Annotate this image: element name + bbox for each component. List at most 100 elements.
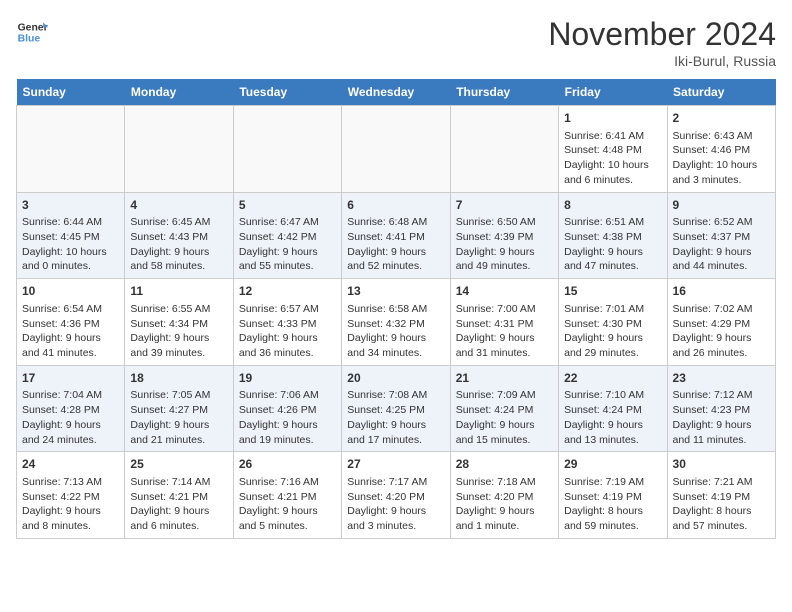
day-content-line: Daylight: 9 hours bbox=[239, 418, 336, 433]
day-content-line: Sunrise: 7:19 AM bbox=[564, 475, 661, 490]
day-content-line: Sunset: 4:39 PM bbox=[456, 230, 553, 245]
header-monday: Monday bbox=[125, 79, 233, 106]
day-content-line: Sunset: 4:30 PM bbox=[564, 317, 661, 332]
calendar-cell: 11Sunrise: 6:55 AMSunset: 4:34 PMDayligh… bbox=[125, 279, 233, 366]
day-number: 28 bbox=[456, 456, 553, 473]
calendar-cell: 26Sunrise: 7:16 AMSunset: 4:21 PMDayligh… bbox=[233, 452, 341, 539]
day-content-line: Daylight: 9 hours bbox=[130, 245, 227, 260]
day-content-line: Sunset: 4:33 PM bbox=[239, 317, 336, 332]
day-content-line: Daylight: 9 hours bbox=[564, 418, 661, 433]
day-content-line: and 44 minutes. bbox=[673, 259, 770, 274]
week-row-3: 10 Sunrise: 6:54 AMSunset: 4:36 PMDayligh… bbox=[17, 279, 776, 366]
day-content-line: Sunset: 4:46 PM bbox=[673, 143, 770, 158]
day-content-line: Sunrise: 7:13 AM bbox=[22, 475, 119, 490]
day-number: 3 bbox=[22, 197, 119, 214]
week-row-2: 3Sunrise: 6:44 AMSunset: 4:45 PMDaylight… bbox=[17, 192, 776, 279]
header-wednesday: Wednesday bbox=[342, 79, 450, 106]
day-number: 13 bbox=[347, 283, 444, 300]
day-content-line: and 36 minutes. bbox=[239, 346, 336, 361]
day-content-line: Sunset: 4:42 PM bbox=[239, 230, 336, 245]
svg-text:Blue: Blue bbox=[18, 34, 41, 45]
day-content-line: Daylight: 9 hours bbox=[22, 331, 119, 346]
day-content-line: and 57 minutes. bbox=[673, 519, 770, 534]
day-number: 10 bbox=[22, 283, 119, 300]
week-row-4: 17Sunrise: 7:04 AMSunset: 4:28 PMDayligh… bbox=[17, 365, 776, 452]
day-number: 21 bbox=[456, 370, 553, 387]
location: Iki-Burul, Russia bbox=[548, 53, 776, 69]
day-content-line: Sunset: 4:31 PM bbox=[456, 317, 553, 332]
calendar-cell: 10 Sunrise: 6:54 AMSunset: 4:36 PMDayligh… bbox=[17, 279, 125, 366]
day-content-line: Daylight: 9 hours bbox=[22, 418, 119, 433]
day-number: 9 bbox=[673, 197, 770, 214]
day-number: 2 bbox=[673, 110, 770, 127]
calendar-cell: 18Sunrise: 7:05 AMSunset: 4:27 PMDayligh… bbox=[125, 365, 233, 452]
day-number: 27 bbox=[347, 456, 444, 473]
day-content-line: Daylight: 9 hours bbox=[130, 504, 227, 519]
calendar-cell: 22Sunrise: 7:10 AMSunset: 4:24 PMDayligh… bbox=[559, 365, 667, 452]
day-number: 18 bbox=[130, 370, 227, 387]
day-content-line: Sunrise: 6:54 AM bbox=[22, 302, 119, 317]
day-content-line: Sunset: 4:29 PM bbox=[673, 317, 770, 332]
title-block: November 2024 Iki-Burul, Russia bbox=[548, 16, 776, 69]
day-number: 16 bbox=[673, 283, 770, 300]
day-content-line: and 34 minutes. bbox=[347, 346, 444, 361]
header-tuesday: Tuesday bbox=[233, 79, 341, 106]
day-content-line: and 59 minutes. bbox=[564, 519, 661, 534]
day-number: 26 bbox=[239, 456, 336, 473]
day-number: 25 bbox=[130, 456, 227, 473]
day-content-line: Daylight: 9 hours bbox=[130, 418, 227, 433]
header-friday: Friday bbox=[559, 79, 667, 106]
day-content-line: and 31 minutes. bbox=[456, 346, 553, 361]
day-content-line: Daylight: 9 hours bbox=[347, 504, 444, 519]
calendar-table: SundayMondayTuesdayWednesdayThursdayFrid… bbox=[16, 79, 776, 539]
day-content-line: Sunset: 4:45 PM bbox=[22, 230, 119, 245]
day-content-line: Sunrise: 7:08 AM bbox=[347, 388, 444, 403]
day-number: 5 bbox=[239, 197, 336, 214]
day-content-line: Sunrise: 6:57 AM bbox=[239, 302, 336, 317]
day-content-line: Daylight: 9 hours bbox=[239, 504, 336, 519]
calendar-cell bbox=[233, 106, 341, 193]
day-content-line: Sunrise: 7:01 AM bbox=[564, 302, 661, 317]
day-content-line: Sunrise: 7:16 AM bbox=[239, 475, 336, 490]
day-content-line: Daylight: 10 hours bbox=[22, 245, 119, 260]
day-content-line: Sunrise: 6:41 AM bbox=[564, 129, 661, 144]
day-content-line: Sunset: 4:26 PM bbox=[239, 403, 336, 418]
day-content-line: Sunrise: 7:04 AM bbox=[22, 388, 119, 403]
calendar-cell: 2Sunrise: 6:43 AMSunset: 4:46 PMDaylight… bbox=[667, 106, 775, 193]
day-content-line: Sunset: 4:48 PM bbox=[564, 143, 661, 158]
calendar-cell: 30Sunrise: 7:21 AMSunset: 4:19 PMDayligh… bbox=[667, 452, 775, 539]
day-content-line: Sunset: 4:24 PM bbox=[564, 403, 661, 418]
day-content-line: Sunset: 4:36 PM bbox=[22, 317, 119, 332]
calendar-cell: 19Sunrise: 7:06 AMSunset: 4:26 PMDayligh… bbox=[233, 365, 341, 452]
day-content-line: Sunset: 4:21 PM bbox=[130, 490, 227, 505]
day-content-line: Sunset: 4:23 PM bbox=[673, 403, 770, 418]
day-content-line: Sunset: 4:24 PM bbox=[456, 403, 553, 418]
calendar-cell: 16Sunrise: 7:02 AMSunset: 4:29 PMDayligh… bbox=[667, 279, 775, 366]
calendar-cell: 7Sunrise: 6:50 AMSunset: 4:39 PMDaylight… bbox=[450, 192, 558, 279]
day-content-line: Sunset: 4:20 PM bbox=[456, 490, 553, 505]
day-content-line: Sunrise: 6:45 AM bbox=[130, 215, 227, 230]
day-content-line: and 24 minutes. bbox=[22, 433, 119, 448]
day-content-line: Sunset: 4:27 PM bbox=[130, 403, 227, 418]
day-content-line: Sunrise: 6:51 AM bbox=[564, 215, 661, 230]
day-content-line: and 47 minutes. bbox=[564, 259, 661, 274]
calendar-cell bbox=[450, 106, 558, 193]
day-content-line: and 6 minutes. bbox=[564, 173, 661, 188]
day-content-line: Daylight: 9 hours bbox=[239, 245, 336, 260]
day-content-line: Sunset: 4:43 PM bbox=[130, 230, 227, 245]
day-content-line: Daylight: 9 hours bbox=[22, 504, 119, 519]
day-number: 15 bbox=[564, 283, 661, 300]
day-content-line: Sunrise: 6:43 AM bbox=[673, 129, 770, 144]
day-content-line: and 52 minutes. bbox=[347, 259, 444, 274]
month-title: November 2024 bbox=[548, 16, 776, 53]
day-content-line: Daylight: 9 hours bbox=[673, 245, 770, 260]
logo-icon: General Blue bbox=[16, 16, 48, 48]
day-number: 4 bbox=[130, 197, 227, 214]
day-content-line: and 6 minutes. bbox=[130, 519, 227, 534]
calendar-cell: 24Sunrise: 7:13 AMSunset: 4:22 PMDayligh… bbox=[17, 452, 125, 539]
day-content-line: Sunset: 4:37 PM bbox=[673, 230, 770, 245]
day-number: 22 bbox=[564, 370, 661, 387]
day-content-line: and 17 minutes. bbox=[347, 433, 444, 448]
calendar-header-row: SundayMondayTuesdayWednesdayThursdayFrid… bbox=[17, 79, 776, 106]
calendar-cell: 21Sunrise: 7:09 AMSunset: 4:24 PMDayligh… bbox=[450, 365, 558, 452]
